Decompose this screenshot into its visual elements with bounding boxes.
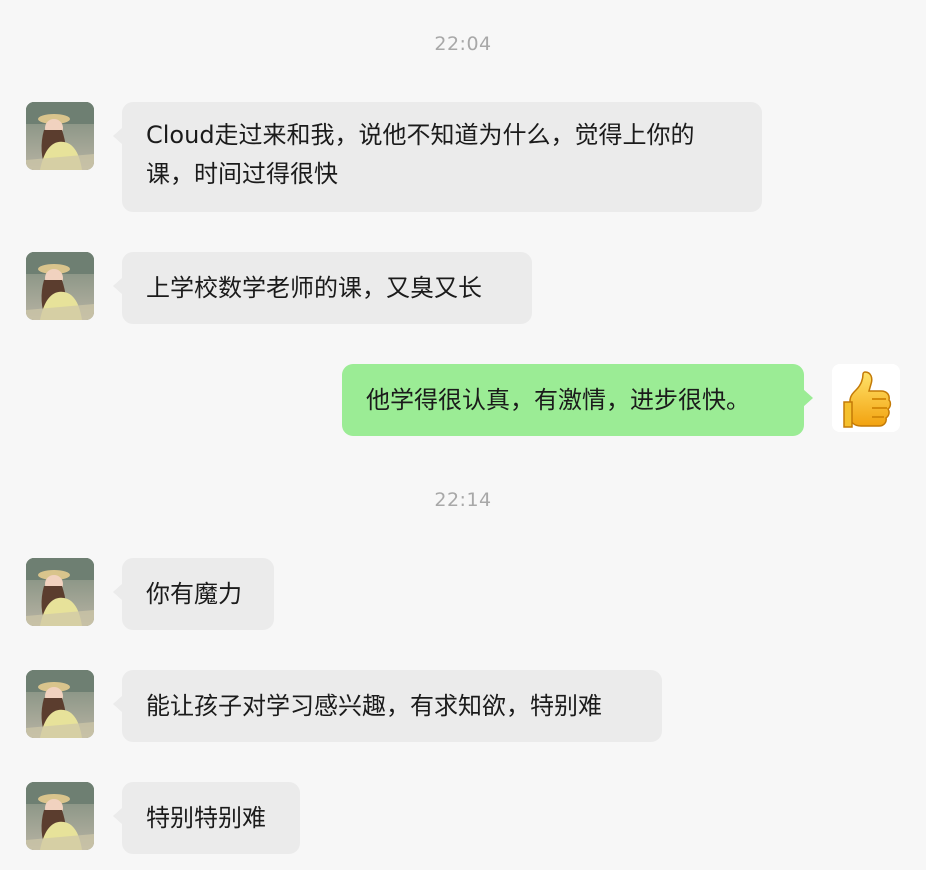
contact-photo-icon (26, 782, 94, 850)
contact-photo-icon (26, 252, 94, 320)
message-bubble[interactable]: 上学校数学老师的课，又臭又长 (113, 252, 532, 324)
message-bubble[interactable]: 你有魔力 (113, 558, 274, 630)
message-bubble[interactable]: 特别特别难 (113, 782, 300, 854)
contact-avatar[interactable] (26, 670, 94, 738)
contact-avatar[interactable] (26, 102, 94, 170)
contact-photo-icon (26, 558, 94, 626)
timestamp: 22:04 (434, 33, 492, 55)
self-avatar[interactable] (832, 364, 900, 432)
message-bubble[interactable]: 能让孩子对学习感兴趣，有求知欲，特别难 (113, 670, 662, 742)
timestamp: 22:14 (434, 489, 492, 511)
message-text: 上学校数学老师的课，又臭又长 (146, 274, 482, 302)
message-text: 能让孩子对学习感兴趣，有求知欲，特别难 (146, 692, 602, 720)
message-text: 他学得很认真，有激情，进步很快。 (366, 386, 750, 414)
contact-avatar[interactable] (26, 558, 94, 626)
message-text: 你有魔力 (146, 580, 242, 608)
message-bubble[interactable]: Cloud走过来和我，说他不知道为什么，觉得上你的课，时间过得很快 (113, 102, 762, 212)
contact-photo-icon (26, 670, 94, 738)
contact-photo-icon (26, 102, 94, 170)
message-text: Cloud走过来和我，说他不知道为什么，觉得上你的课，时间过得很快 (146, 121, 695, 188)
message-text: 特别特别难 (146, 804, 266, 832)
contact-avatar[interactable] (26, 782, 94, 850)
contact-avatar[interactable] (26, 252, 94, 320)
message-bubble-outgoing[interactable]: 他学得很认真，有激情，进步很快。 (342, 364, 813, 436)
thumbs-up-icon (832, 364, 900, 432)
